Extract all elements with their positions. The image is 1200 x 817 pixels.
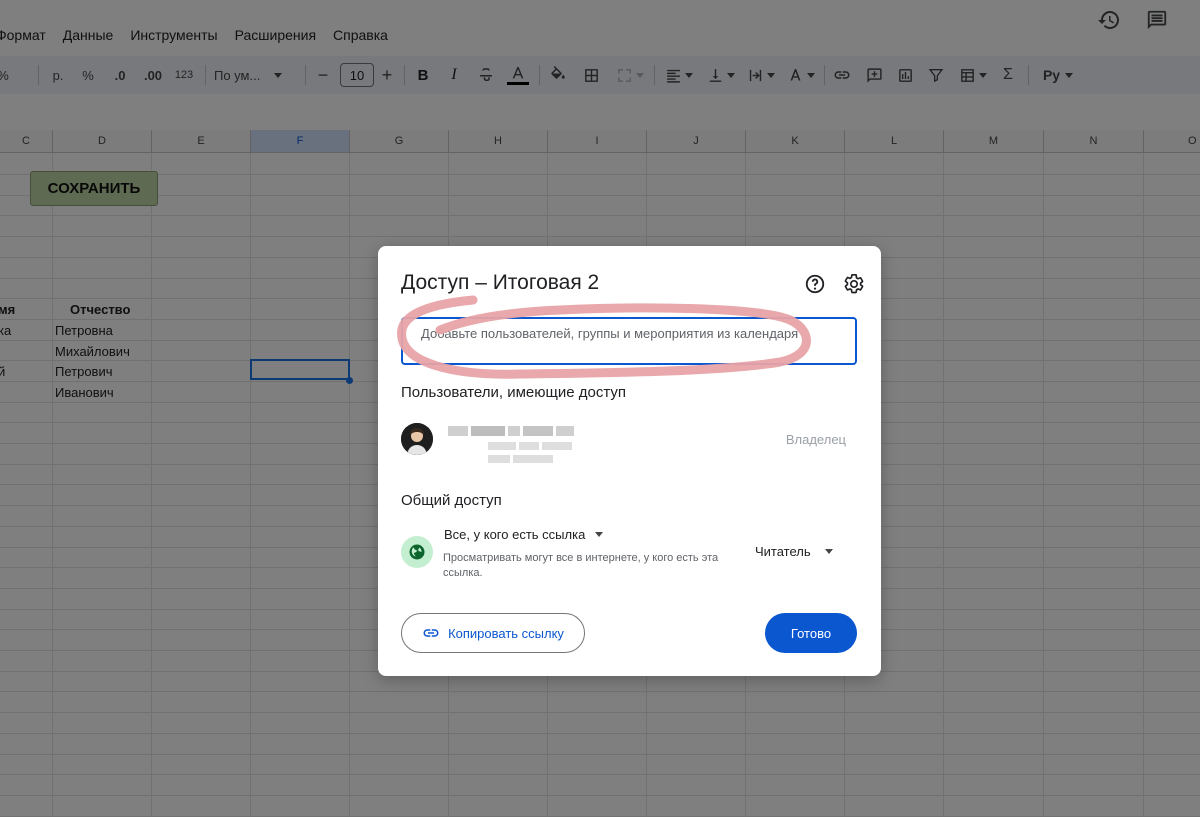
- help-icon[interactable]: [804, 273, 826, 295]
- general-access-description: Просматривать могут все в интернете, у к…: [443, 552, 719, 579]
- avatar: [401, 423, 433, 455]
- redacted-user-name: [448, 426, 578, 436]
- general-access-value: Все, у кого есть ссылка: [444, 527, 586, 542]
- settings-icon[interactable]: [843, 273, 865, 295]
- copy-link-label: Копировать ссылку: [448, 625, 564, 641]
- globe-icon-wrap: [401, 536, 433, 568]
- dialog-title: Доступ – Итоговая 2: [401, 271, 600, 294]
- share-dialog: Доступ – Итоговая 2 Добавьте пользовател…: [378, 246, 881, 676]
- chevron-down-icon: [824, 549, 833, 554]
- add-people-input[interactable]: Добавьте пользователей, группы и меропри…: [401, 317, 857, 365]
- globe-icon: [409, 544, 425, 560]
- owner-role-label: Владелец: [785, 432, 846, 447]
- chevron-down-icon: [595, 532, 604, 537]
- copy-link-button[interactable]: Копировать ссылку: [401, 613, 585, 653]
- redacted-user-email: [488, 442, 578, 464]
- role-value: Читатель: [755, 544, 811, 559]
- role-select[interactable]: Читатель: [755, 544, 833, 559]
- general-access-select[interactable]: Все, у кого есть ссылка: [444, 527, 604, 542]
- users-section-label: Пользователи, имеющие доступ: [401, 384, 627, 401]
- done-button[interactable]: Готово: [765, 613, 857, 653]
- general-access-label: Общий доступ: [401, 492, 502, 509]
- avatar-image: [401, 423, 433, 455]
- link-icon: [423, 629, 439, 637]
